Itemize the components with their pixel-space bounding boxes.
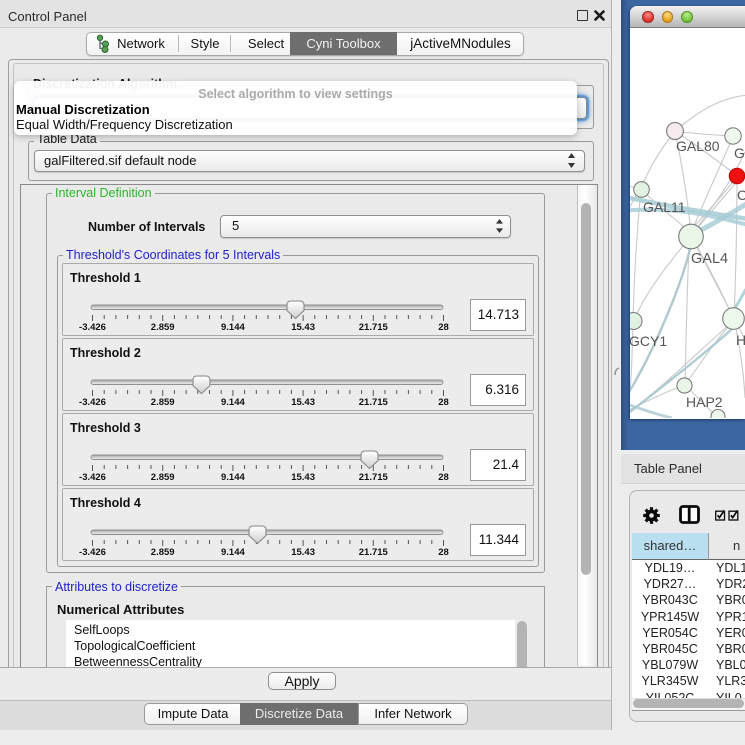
- svg-text:9.144: 9.144: [221, 322, 245, 333]
- svg-text:9.144: 9.144: [221, 472, 245, 483]
- svg-text:-3.426: -3.426: [79, 397, 106, 408]
- svg-text:2.859: 2.859: [151, 322, 175, 333]
- svg-text:-3.426: -3.426: [79, 547, 106, 558]
- svg-text:21.715: 21.715: [359, 472, 389, 483]
- svg-text:21.715: 21.715: [359, 322, 389, 333]
- svg-text:2.859: 2.859: [151, 472, 175, 483]
- svg-text:15.43: 15.43: [291, 397, 315, 408]
- svg-text:C: C: [737, 187, 745, 203]
- svg-text:28: 28: [438, 397, 449, 408]
- svg-text:GCY1: GCY1: [630, 333, 667, 349]
- svg-text:21.715: 21.715: [359, 397, 389, 408]
- svg-text:GAL4: GAL4: [691, 251, 728, 267]
- svg-text:15.43: 15.43: [291, 322, 315, 333]
- svg-text:H: H: [736, 332, 745, 348]
- svg-text:2.859: 2.859: [151, 547, 175, 558]
- svg-text:21.715: 21.715: [359, 547, 389, 558]
- svg-text:28: 28: [438, 547, 449, 558]
- svg-text:15.43: 15.43: [291, 472, 315, 483]
- svg-text:15.43: 15.43: [291, 547, 315, 558]
- svg-text:-3.426: -3.426: [79, 322, 106, 333]
- svg-text:GA: GA: [734, 145, 745, 161]
- svg-text:9.144: 9.144: [221, 397, 245, 408]
- svg-text:GAL11: GAL11: [643, 199, 686, 215]
- svg-text:28: 28: [438, 472, 449, 483]
- svg-text:GAL80: GAL80: [676, 138, 720, 154]
- svg-text:HAP2: HAP2: [686, 394, 723, 410]
- svg-text:9.144: 9.144: [221, 547, 245, 558]
- svg-text:-3.426: -3.426: [79, 472, 106, 483]
- svg-text:2.859: 2.859: [151, 397, 175, 408]
- svg-text:28: 28: [438, 322, 449, 333]
